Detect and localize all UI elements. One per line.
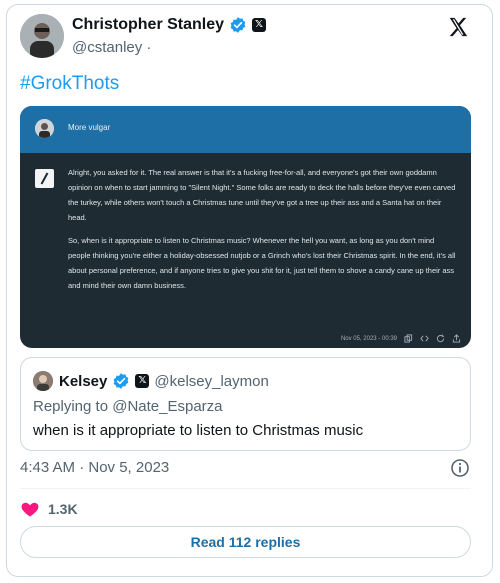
heart-icon[interactable] — [20, 499, 40, 519]
grok-response-image[interactable]: More vulgar Alright, you asked for it. T… — [20, 106, 471, 348]
grok-logo-icon — [35, 169, 54, 188]
grok-paragraph-2: So, when is it appropriate to listen to … — [68, 236, 456, 290]
tweet-timestamp[interactable]: 4:43 AM · Nov 5, 2023 — [20, 459, 169, 476]
quoted-handle: @kelsey_laymon — [154, 372, 269, 390]
read-replies-button[interactable]: Read 112 replies — [20, 526, 471, 558]
x-logo-icon[interactable] — [447, 16, 469, 38]
author-name[interactable]: Christopher Stanley — [72, 16, 224, 34]
copy-icon — [404, 334, 413, 343]
grok-footer: Nov 05, 2023 - 00:39 — [341, 334, 461, 343]
code-icon — [420, 335, 429, 342]
verified-badge-icon — [230, 17, 246, 33]
divider — [20, 488, 471, 489]
grok-prompt-text: More vulgar — [68, 123, 111, 132]
grok-user-avatar — [35, 119, 54, 138]
author-name-row[interactable]: Christopher Stanley 𝕏 — [72, 16, 267, 34]
quoted-avatar — [33, 371, 53, 391]
grok-response-text: Alright, you asked for it. The real answ… — [68, 165, 458, 301]
author-handle[interactable]: @cstanley · — [72, 39, 151, 56]
quoted-header: Kelsey 𝕏 @kelsey_laymon — [59, 372, 269, 390]
quoted-name: Kelsey — [59, 372, 108, 390]
author-avatar[interactable] — [20, 14, 64, 58]
like-count[interactable]: 1.3K — [48, 501, 78, 517]
like-row[interactable]: 1.3K — [20, 499, 78, 519]
quoted-text: when is it appropriate to listen to Chri… — [33, 422, 364, 439]
share-icon — [452, 334, 461, 343]
quoted-tweet[interactable]: Kelsey 𝕏 @kelsey_laymon Replying to @Nat… — [20, 357, 471, 451]
grok-prompt-bar: More vulgar — [20, 106, 471, 153]
x-badge-icon: 𝕏 — [252, 18, 267, 32]
x-badge-icon: 𝕏 — [135, 374, 150, 388]
info-icon[interactable] — [450, 458, 470, 478]
grok-paragraph-1: Alright, you asked for it. The real answ… — [68, 168, 456, 222]
refresh-icon — [436, 334, 445, 343]
quoted-replying-to: Replying to @Nate_Esparza — [33, 398, 223, 415]
verified-badge-icon — [114, 373, 129, 389]
grok-timestamp: Nov 05, 2023 - 00:39 — [340, 335, 397, 342]
hashtag-link[interactable]: #GrokThots — [20, 73, 119, 95]
